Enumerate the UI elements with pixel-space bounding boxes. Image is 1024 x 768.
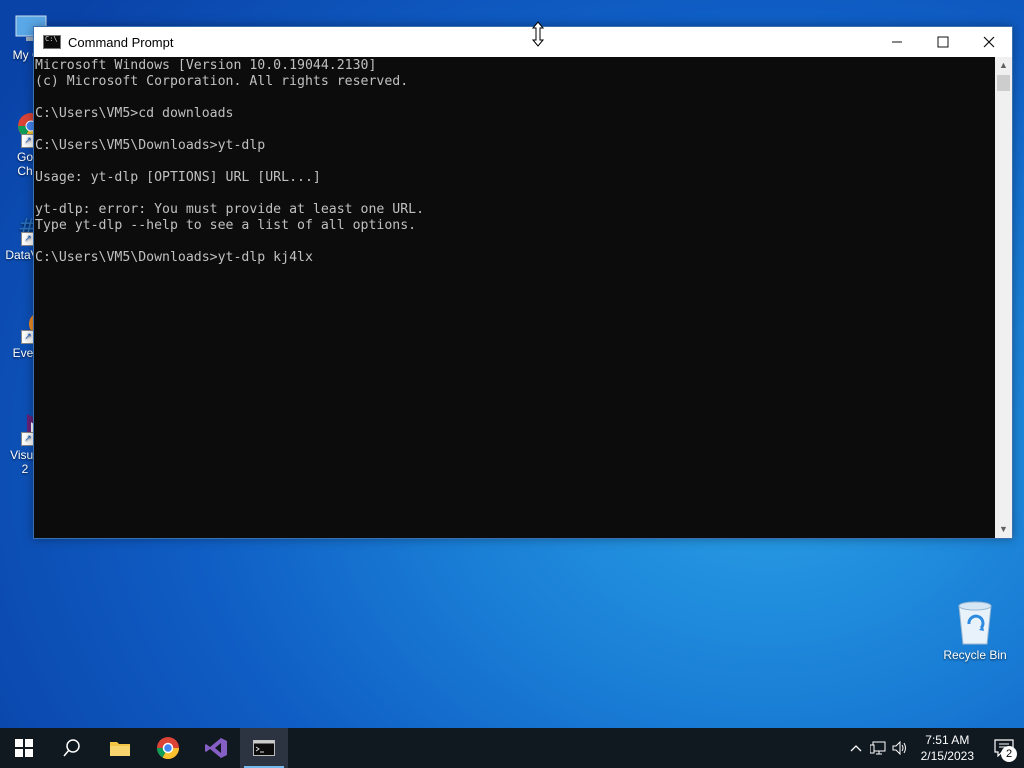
recycle-bin-icon bbox=[953, 600, 997, 646]
search-button[interactable] bbox=[48, 728, 96, 768]
taskbar-command-prompt[interactable] bbox=[240, 728, 288, 768]
action-center-button[interactable]: 2 bbox=[984, 728, 1024, 768]
network-icon bbox=[869, 741, 886, 755]
visual-studio-icon bbox=[205, 738, 227, 758]
minimize-button[interactable] bbox=[874, 27, 920, 57]
volume-icon bbox=[892, 741, 906, 755]
scrollbar-thumb[interactable] bbox=[997, 75, 1010, 91]
system-tray: 7:51 AM 2/15/2023 2 bbox=[845, 728, 1024, 768]
desktop-icon-recycle-bin[interactable]: Recycle Bin bbox=[940, 600, 1010, 662]
scroll-down-icon[interactable]: ▼ bbox=[995, 521, 1012, 538]
volume-button[interactable] bbox=[889, 728, 911, 768]
resize-cursor-icon bbox=[532, 21, 544, 47]
taskbar-chrome[interactable] bbox=[144, 728, 192, 768]
console-output[interactable]: Microsoft Windows [Version 10.0.19044.21… bbox=[34, 57, 996, 538]
minimize-icon bbox=[892, 41, 902, 43]
show-hidden-icons-button[interactable] bbox=[845, 728, 867, 768]
vertical-scrollbar[interactable]: ▲ ▼ bbox=[995, 57, 1012, 538]
taskbar: 7:51 AM 2/15/2023 2 bbox=[0, 728, 1024, 768]
maximize-icon bbox=[937, 36, 949, 48]
command-prompt-icon bbox=[43, 35, 61, 49]
command-prompt-window[interactable]: Command Prompt Microsoft Windows [Versio… bbox=[33, 26, 1013, 539]
close-button[interactable] bbox=[966, 27, 1012, 57]
window-titlebar[interactable]: Command Prompt bbox=[34, 27, 1012, 57]
start-icon bbox=[15, 739, 33, 757]
window-title: Command Prompt bbox=[68, 34, 174, 50]
network-button[interactable] bbox=[867, 728, 889, 768]
scroll-up-icon[interactable]: ▲ bbox=[995, 57, 1012, 74]
taskbar-visual-studio[interactable] bbox=[192, 728, 240, 768]
search-icon bbox=[63, 739, 80, 757]
chevron-up-icon bbox=[850, 745, 862, 752]
chrome-icon bbox=[157, 737, 179, 759]
taskbar-file-explorer[interactable] bbox=[96, 728, 144, 768]
maximize-button[interactable] bbox=[920, 27, 966, 57]
clock-time: 7:51 AM bbox=[925, 733, 970, 747]
close-icon bbox=[983, 36, 995, 48]
notification-count-badge: 2 bbox=[1001, 746, 1017, 762]
recycle-bin-label: Recycle Bin bbox=[943, 648, 1007, 662]
clock-date: 2/15/2023 bbox=[920, 749, 974, 763]
file-explorer-icon bbox=[110, 742, 130, 756]
command-prompt-icon bbox=[253, 740, 275, 756]
start-button[interactable] bbox=[0, 728, 48, 768]
clock[interactable]: 7:51 AM 2/15/2023 bbox=[911, 732, 984, 764]
